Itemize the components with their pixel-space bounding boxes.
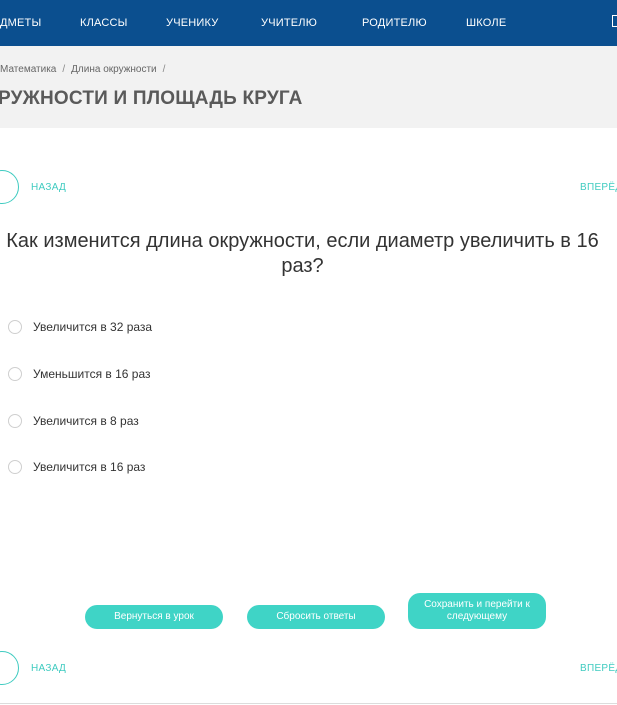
- forward-link-bottom[interactable]: ВПЕРЁД: [580, 663, 617, 674]
- reset-answers-button[interactable]: Сбросить ответы: [247, 605, 385, 629]
- page-header: [0, 46, 617, 128]
- breadcrumb-item-math[interactable]: Математика: [0, 64, 56, 75]
- top-navigation: ДМЕТЫ КЛАССЫ УЧЕНИКУ УЧИТЕЛЮ РОДИТЕЛЮ ШК…: [0, 0, 617, 46]
- radio-button[interactable]: [8, 367, 22, 381]
- document-icon[interactable]: [612, 15, 617, 27]
- radio-button[interactable]: [8, 320, 22, 334]
- breadcrumb-item-circumference[interactable]: Длина окружности: [71, 64, 157, 75]
- nav-item-student[interactable]: УЧЕНИКУ: [166, 17, 218, 29]
- breadcrumb: Математика / Длина окружности /: [0, 64, 171, 75]
- divider: [0, 703, 617, 704]
- answer-option-label: Увеличится в 8 раз: [33, 414, 139, 428]
- chevron-left-icon: [0, 660, 7, 676]
- radio-button[interactable]: [8, 414, 22, 428]
- back-link[interactable]: НАЗАД: [31, 182, 66, 193]
- save-and-next-button[interactable]: Сохранить и перейти к следующему: [408, 593, 546, 629]
- answer-option-label: Увеличится в 16 раз: [33, 460, 146, 474]
- radio-button[interactable]: [8, 460, 22, 474]
- nav-item-teacher[interactable]: УЧИТЕЛЮ: [261, 17, 317, 29]
- question-text: Как изменится длина окружности, если диа…: [6, 230, 599, 277]
- answer-option-label: Уменьшится в 16 раз: [33, 367, 151, 381]
- back-button[interactable]: [0, 170, 19, 204]
- forward-link[interactable]: ВПЕРЁД: [580, 182, 617, 193]
- nav-item-parent[interactable]: РОДИТЕЛЮ: [362, 17, 427, 29]
- nav-item-school[interactable]: ШКОЛЕ: [466, 17, 506, 29]
- return-to-lesson-button[interactable]: Вернуться в урок: [85, 605, 223, 629]
- back-link-bottom[interactable]: НАЗАД: [31, 663, 66, 674]
- nav-item-classes[interactable]: КЛАССЫ: [80, 17, 128, 29]
- breadcrumb-separator: /: [62, 64, 66, 75]
- breadcrumb-separator: /: [162, 64, 166, 75]
- answer-option-label: Увеличится в 32 раза: [33, 320, 153, 334]
- chevron-left-icon: [0, 179, 7, 195]
- page-title: РУЖНОСТИ И ПЛОЩАДЬ КРУГА: [0, 88, 303, 109]
- back-button-bottom[interactable]: [0, 651, 19, 685]
- nav-item-subjects[interactable]: ДМЕТЫ: [0, 17, 41, 29]
